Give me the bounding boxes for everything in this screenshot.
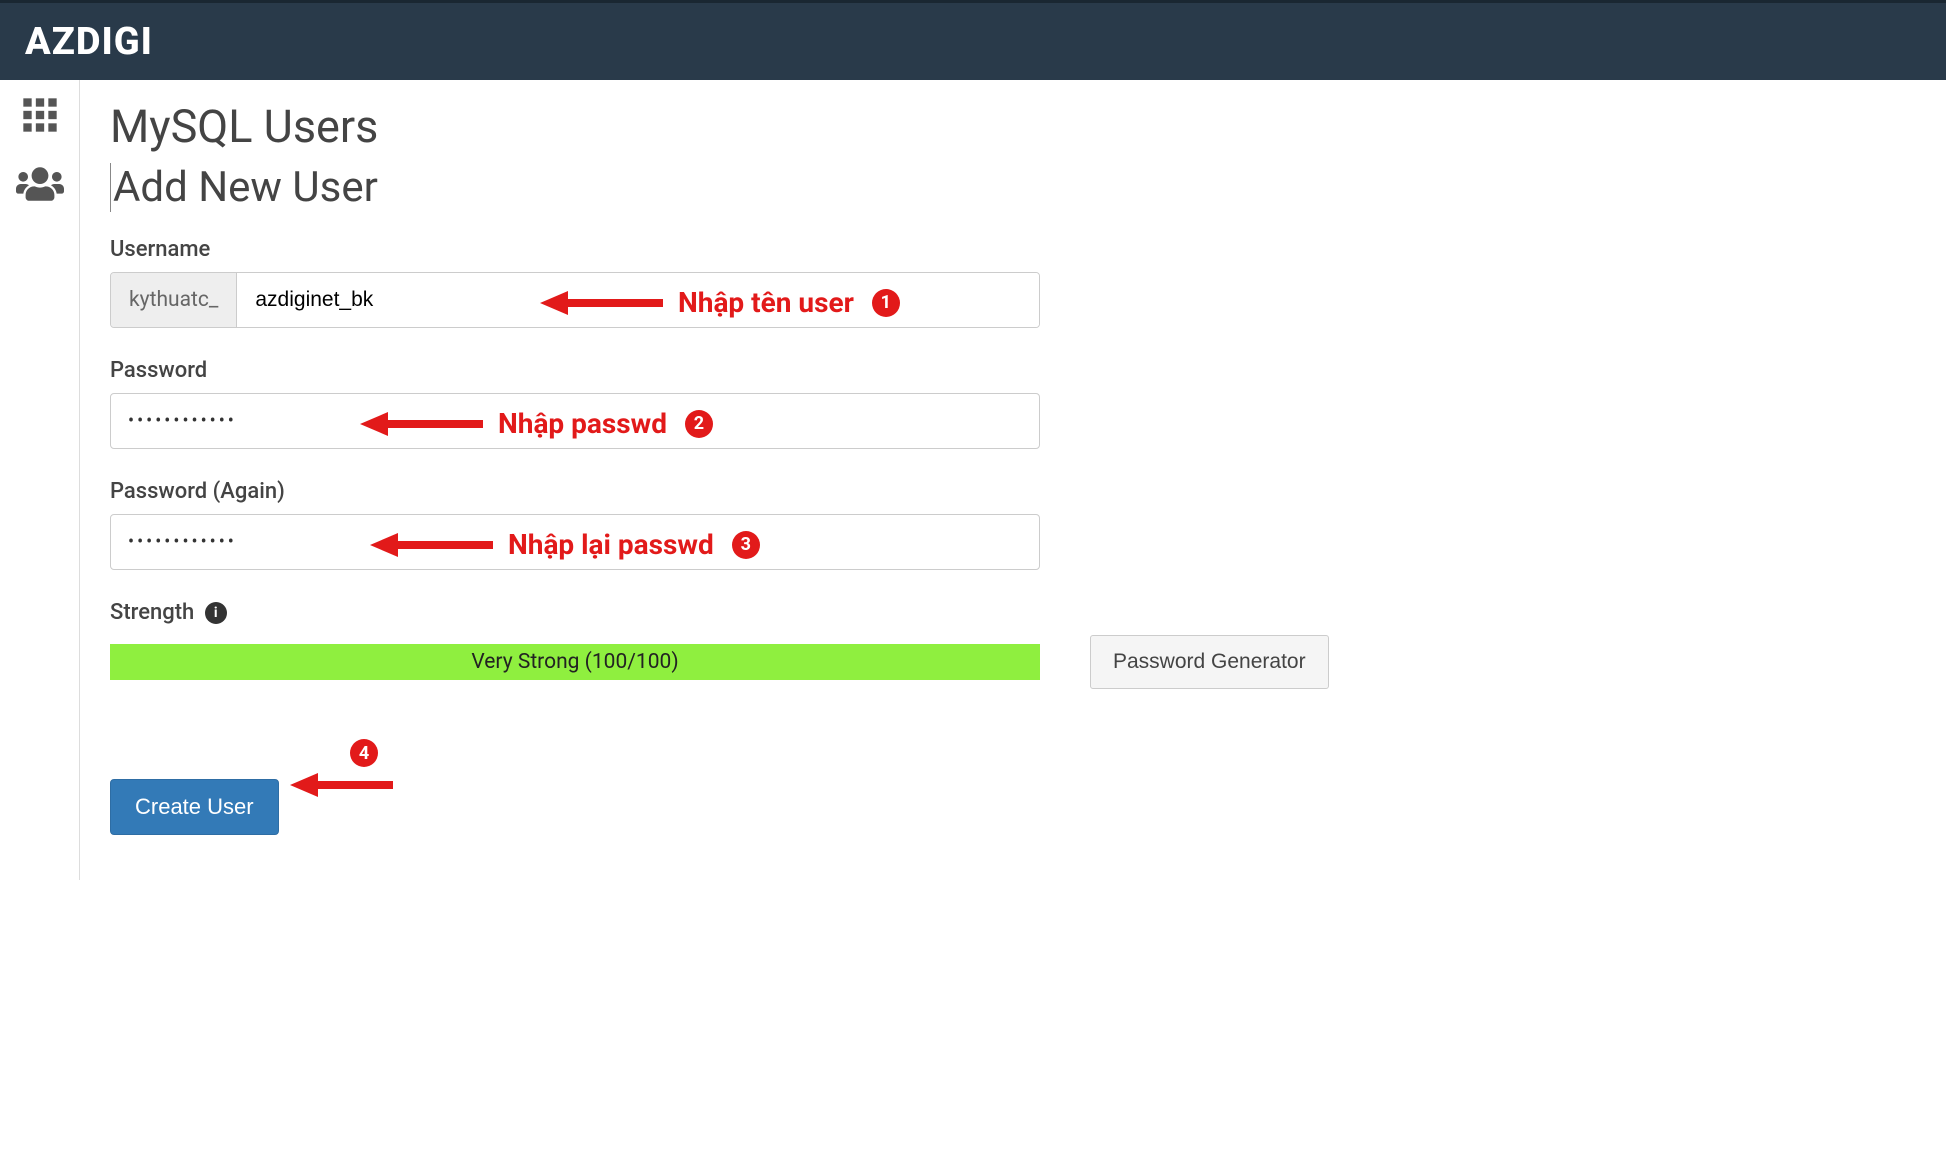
password-again-label: Password (Again): [110, 479, 1916, 504]
logo: AZDIGI: [25, 20, 153, 64]
username-input-group: kythuatc_: [110, 272, 1040, 328]
password-label: Password: [110, 358, 1916, 383]
page-title: MySQL Users: [110, 100, 1916, 153]
password-generator-button[interactable]: Password Generator: [1090, 635, 1329, 689]
annotation-4: 4: [290, 739, 393, 797]
info-icon[interactable]: i: [205, 602, 227, 624]
users-icon[interactable]: [16, 164, 64, 208]
username-input[interactable]: [237, 273, 1039, 327]
username-prefix: kythuatc_: [111, 273, 237, 327]
username-label: Username: [110, 237, 1916, 262]
apps-icon[interactable]: [20, 95, 60, 139]
sidebar: [0, 80, 80, 880]
strength-bar: Very Strong (100/100): [110, 644, 1040, 680]
main-content: MySQL Users Add New User Username kythua…: [80, 80, 1946, 880]
header: AZDIGI: [0, 0, 1946, 80]
password-again-input[interactable]: [110, 514, 1040, 570]
page-subtitle: Add New User: [110, 163, 1916, 212]
password-input[interactable]: [110, 393, 1040, 449]
create-user-button[interactable]: Create User: [110, 779, 279, 835]
strength-label: Strength i: [110, 600, 1916, 625]
